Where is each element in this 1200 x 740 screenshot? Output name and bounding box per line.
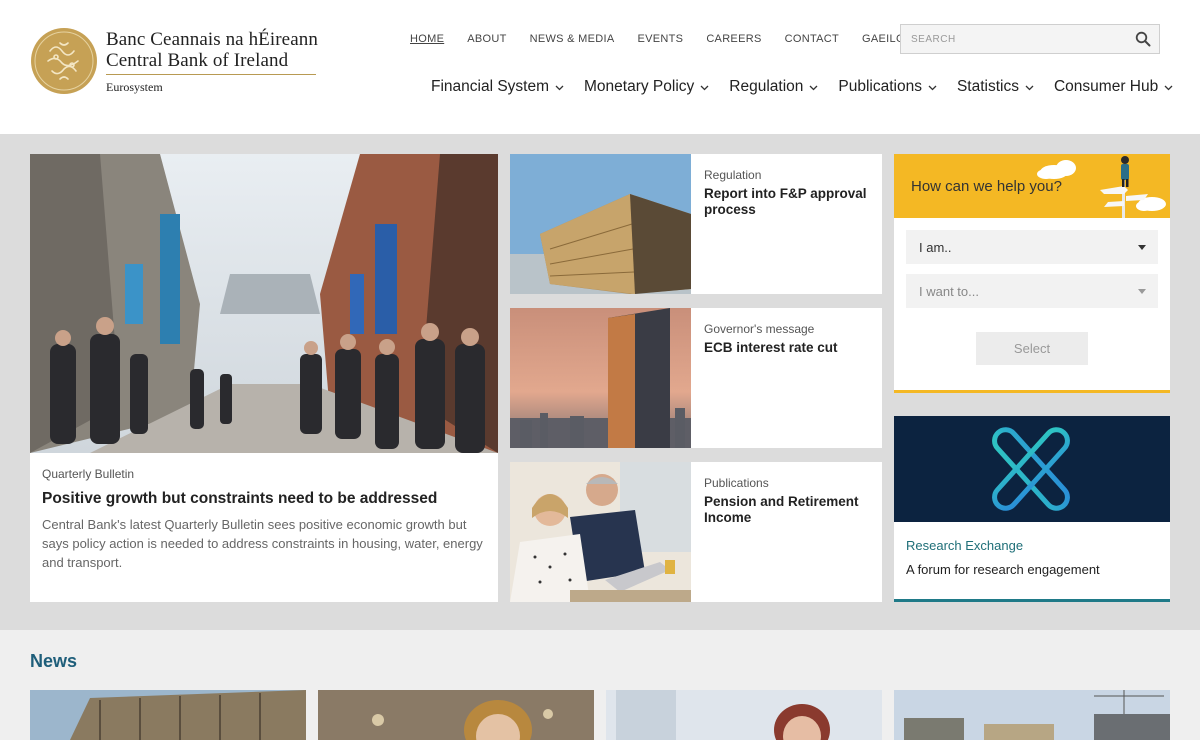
card-category: Regulation xyxy=(704,168,762,182)
nav-consumer-hub[interactable]: Consumer Hub xyxy=(1054,77,1173,97)
card-title[interactable]: Report into F&P approval process xyxy=(704,186,874,218)
select-value: I am.. xyxy=(919,240,952,255)
feature-area: Quarterly Bulletin Positive growth but c… xyxy=(0,134,1200,630)
site-logo[interactable]: Banc Ceannais na hÉireann Central Bank o… xyxy=(30,27,318,95)
nav-statistics[interactable]: Statistics xyxy=(957,77,1034,97)
help-header: How can we help you? xyxy=(894,154,1170,218)
select-value: I want to... xyxy=(919,284,979,299)
nav-label: Publications xyxy=(838,78,922,95)
card-title[interactable]: ECB interest rate cut xyxy=(704,340,874,356)
topnav-about[interactable]: ABOUT xyxy=(467,33,506,45)
dublin-quays-photo xyxy=(894,690,1170,740)
harp-seal-icon xyxy=(31,28,97,94)
building-facade-photo xyxy=(30,690,306,740)
brand-name-english: Central Bank of Ireland xyxy=(106,50,289,71)
chevron-down-icon xyxy=(1025,85,1034,91)
hero-title[interactable]: Positive growth but constraints need to … xyxy=(42,490,437,508)
i-am-select[interactable]: I am.. xyxy=(906,230,1158,264)
nav-financial-system[interactable]: Financial System xyxy=(431,77,564,97)
chevron-down-icon xyxy=(928,85,937,91)
utility-nav: HOME ABOUT NEWS & MEDIA EVENTS CAREERS C… xyxy=(410,33,935,45)
skyline-photo xyxy=(510,308,691,448)
card-category: Governor's message xyxy=(704,322,815,336)
search-icon[interactable] xyxy=(1135,31,1151,47)
hero-card[interactable]: Quarterly Bulletin Positive growth but c… xyxy=(30,154,498,602)
main-nav: Financial System Monetary Policy Regulat… xyxy=(431,77,1193,97)
hero-category: Quarterly Bulletin xyxy=(42,467,135,481)
nav-label: Financial System xyxy=(431,78,550,95)
help-widget: How can we help you? I am.. I want to... xyxy=(894,154,1170,393)
caret-down-icon xyxy=(1138,289,1146,294)
news-heading: News xyxy=(30,651,78,671)
news-tile[interactable] xyxy=(894,690,1170,740)
topnav-news-media[interactable]: NEWS & MEDIA xyxy=(530,33,615,45)
news-tile[interactable] xyxy=(318,690,594,740)
search-box xyxy=(900,24,1160,54)
hero-description: Central Bank's latest Quarterly Bulletin… xyxy=(42,517,483,570)
brand-name-irish: Banc Ceannais na hÉireann xyxy=(106,29,318,50)
site-header: Banc Ceannais na hÉireann Central Bank o… xyxy=(0,0,1200,134)
research-title[interactable]: A forum for research engagement xyxy=(906,562,1100,577)
topnav-events[interactable]: EVENTS xyxy=(638,33,684,45)
street-photo xyxy=(30,154,498,453)
brand-divider xyxy=(106,74,316,75)
nav-label: Regulation xyxy=(729,78,804,95)
news-tile[interactable] xyxy=(606,690,882,740)
topnav-contact[interactable]: CONTACT xyxy=(785,33,839,45)
card-title[interactable]: Pension and Retirement Income xyxy=(704,494,874,526)
nav-label: Monetary Policy xyxy=(584,78,695,95)
chevron-down-icon xyxy=(700,85,709,91)
nav-regulation[interactable]: Regulation xyxy=(729,77,818,97)
research-banner xyxy=(894,416,1170,522)
card-category: Publications xyxy=(704,476,769,490)
news-section: News xyxy=(0,630,1200,740)
news-card-regulation[interactable]: Regulation Report into F&P approval proc… xyxy=(510,154,882,294)
portrait-woman-photo xyxy=(318,690,594,740)
brand-eurosystem: Eurosystem xyxy=(106,80,163,94)
signpost-illustration-icon xyxy=(1037,156,1166,218)
news-tile[interactable] xyxy=(30,690,306,740)
chevron-down-icon xyxy=(1164,85,1173,91)
news-card-governor[interactable]: Governor's message ECB interest rate cut xyxy=(510,308,882,448)
research-x-logo-icon xyxy=(992,427,1070,511)
portrait-governor-photo xyxy=(606,690,882,740)
research-exchange-card[interactable]: Research Exchange A forum for research e… xyxy=(894,416,1170,602)
couple-laptop-photo xyxy=(510,462,691,602)
nav-label: Consumer Hub xyxy=(1053,78,1159,95)
search-input[interactable] xyxy=(901,25,1121,53)
chevron-down-icon xyxy=(809,85,818,91)
topnav-careers[interactable]: CAREERS xyxy=(706,33,761,45)
building-photo xyxy=(510,154,691,294)
news-card-publications[interactable]: Publications Pension and Retirement Inco… xyxy=(510,462,882,602)
nav-publications[interactable]: Publications xyxy=(838,77,937,97)
select-button[interactable]: Select xyxy=(976,332,1088,365)
nav-monetary-policy[interactable]: Monetary Policy xyxy=(584,77,709,97)
nav-label: Statistics xyxy=(956,78,1019,95)
chevron-down-icon xyxy=(555,85,564,91)
topnav-home[interactable]: HOME xyxy=(410,33,444,45)
caret-down-icon xyxy=(1138,245,1146,250)
research-category: Research Exchange xyxy=(906,538,1024,553)
i-want-to-select[interactable]: I want to... xyxy=(906,274,1158,308)
